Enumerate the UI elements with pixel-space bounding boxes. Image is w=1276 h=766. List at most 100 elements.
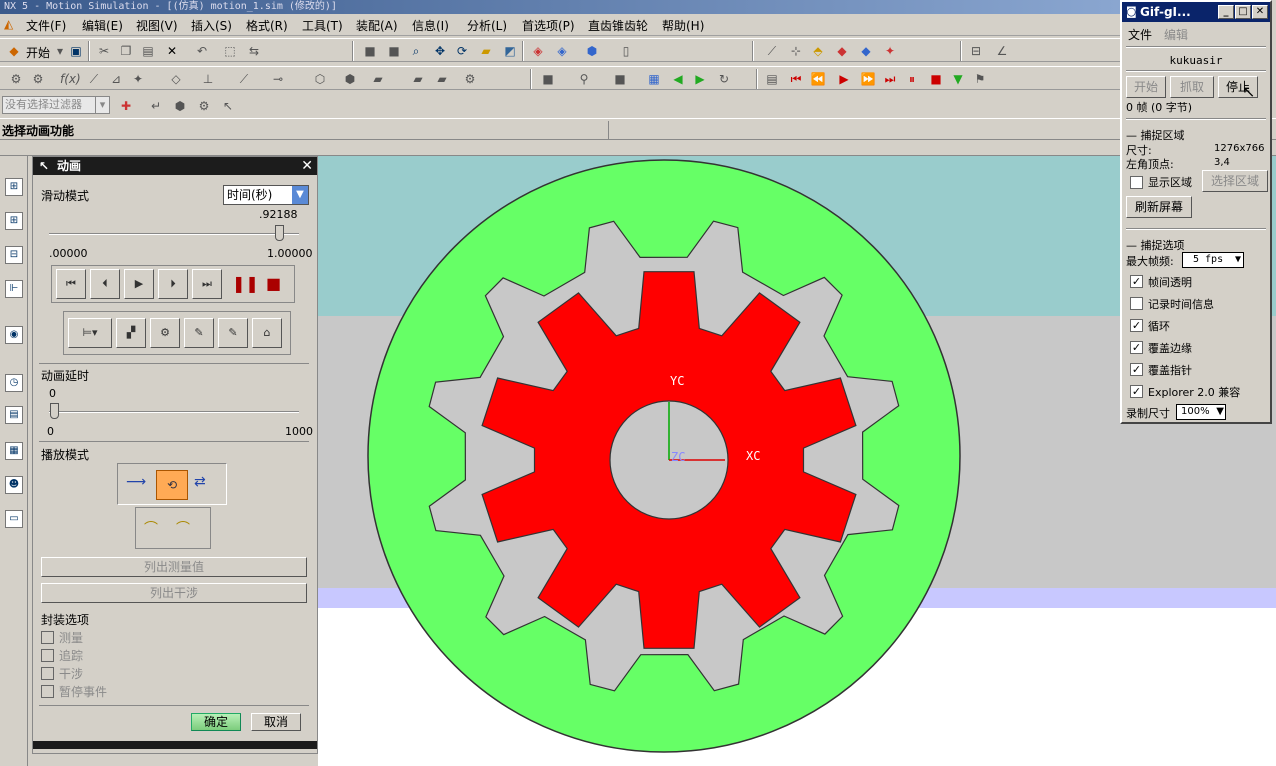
refresh-screen-button[interactable]: 刷新屏幕 (1126, 196, 1192, 218)
fit-icon[interactable]: ■ (362, 43, 378, 59)
measure-angle-icon[interactable]: ∠ (994, 43, 1010, 59)
grab-button[interactable]: 抓取 (1170, 76, 1214, 98)
contact-icon[interactable]: ✦ (882, 43, 898, 59)
gear-joint-icon[interactable]: ✦ (130, 71, 146, 87)
tracer-button[interactable]: ⚙ (150, 318, 180, 348)
checker-flag-icon[interactable]: ⚑ (972, 71, 988, 87)
zoom-icon[interactable]: ■ (386, 43, 402, 59)
bushing-icon[interactable]: ⬢ (342, 71, 358, 87)
forward-arrow-icon[interactable]: ▶ (692, 71, 708, 87)
capture-option[interactable]: ✓ 覆盖指针 (1130, 362, 1270, 380)
roles-icon[interactable]: ☻ (5, 476, 23, 494)
animation-icon[interactable]: ▤ (764, 71, 780, 87)
forward-replay-icon[interactable]: ⌒ (144, 518, 158, 538)
results-icon[interactable]: ⚲ (576, 71, 592, 87)
point-on-curve-icon[interactable]: ⊥ (200, 71, 216, 87)
pause-button[interactable]: ❚❚ (232, 274, 259, 293)
export-icon[interactable]: ▼ (950, 71, 966, 87)
checkbox-checked[interactable]: ✓ (1130, 341, 1143, 354)
constraint-navigator-icon[interactable]: ⊞ (5, 212, 23, 230)
spring-icon[interactable]: ◆ (834, 43, 850, 59)
delay-slider-track[interactable] (49, 411, 299, 413)
cancel-button[interactable]: 取消 (251, 713, 301, 731)
cut-icon[interactable]: ✂ (96, 43, 112, 59)
checkbox[interactable] (41, 631, 54, 644)
reverse-replay-icon[interactable]: ⌒ (176, 518, 190, 538)
type-filter-select[interactable]: 没有选择过滤器 ▾ (2, 96, 110, 114)
pause-icon[interactable]: ⏸ (904, 71, 920, 87)
checkbox-checked[interactable]: ✓ (1130, 319, 1143, 332)
history-icon[interactable]: ◷ (5, 374, 23, 392)
table-icon[interactable]: ▦ (646, 71, 662, 87)
first-frame-button[interactable]: ⏮ (56, 269, 86, 299)
close-icon[interactable]: ✕ (301, 157, 313, 175)
last-frame-button[interactable]: ⏭ (192, 269, 222, 299)
marker-icon[interactable]: ⬘ (810, 43, 826, 59)
step-forward-icon[interactable]: ⏩ (860, 71, 876, 87)
zoom-window-icon[interactable]: ⌕ (408, 43, 424, 59)
capture-option[interactable]: ✓ Explorer 2.0 兼容 (1130, 384, 1270, 402)
part-navigator-icon[interactable]: ⊟ (5, 246, 23, 264)
minimize-button[interactable]: _ (1218, 5, 1234, 19)
menu-help[interactable]: 帮助(H) (662, 17, 704, 34)
trace-setting-button[interactable]: ⊨▾ (68, 318, 112, 348)
trace-all-button[interactable]: ✎ (218, 318, 248, 348)
layout-icon[interactable]: ▯ (618, 43, 634, 59)
system-scenes-icon[interactable]: ▭ (5, 510, 23, 528)
menu-tools[interactable]: 工具(T) (302, 17, 343, 34)
start-button[interactable]: 开始 (1126, 76, 1166, 98)
cylindrical-icon[interactable]: ⊿ (108, 71, 124, 87)
checkbox[interactable] (41, 667, 54, 680)
measure-distance-icon[interactable]: ⊟ (968, 43, 984, 59)
menu-bevel-gear[interactable]: 直齿锥齿轮 (588, 17, 648, 34)
checkbox-checked[interactable]: ✓ (1130, 275, 1143, 288)
motion-link-icon[interactable]: ⟋ (764, 43, 780, 59)
checkbox[interactable] (41, 685, 54, 698)
quick-pick-icon[interactable]: ↖ (220, 98, 236, 114)
start-menu-button[interactable]: 开始 (26, 44, 50, 61)
select-icon[interactable]: ⬚ (222, 43, 238, 59)
damper-icon[interactable]: ◆ (858, 43, 874, 59)
slider-joint-icon[interactable]: ⟋ (86, 71, 102, 87)
ping-pong-icon[interactable]: ⇄ (194, 474, 206, 490)
snapshot-button[interactable]: ▞ (116, 318, 146, 348)
repeat-icon[interactable]: ⇆ (246, 43, 262, 59)
constraint-icon[interactable]: ▰ (370, 71, 386, 87)
checkbox[interactable] (1130, 297, 1143, 310)
play-icon[interactable]: ▶ (836, 71, 852, 87)
explode-button[interactable]: ✎ (184, 318, 214, 348)
stop-button[interactable]: ■ (266, 274, 281, 293)
pin-icon[interactable]: ↖ (39, 157, 49, 175)
orient-icon[interactable]: ◩ (502, 43, 518, 59)
menu-insert[interactable]: 插入(S) (191, 17, 232, 34)
menu-view[interactable]: 视图(V) (136, 17, 178, 34)
force-icon[interactable]: ⊸ (270, 71, 286, 87)
snap-icon[interactable]: ⬢ (172, 98, 188, 114)
reuse-library-icon[interactable]: ▤ (5, 406, 23, 424)
rotate-icon[interactable]: ⟳ (454, 43, 470, 59)
capture-option[interactable]: ✓ 循环 (1130, 318, 1270, 336)
solver-icon[interactable]: ⚙ (462, 71, 478, 87)
list-measurements-button[interactable]: 列出测量值 (41, 557, 307, 577)
gif-menu-file[interactable]: 文件 (1128, 26, 1152, 43)
step-forward-button[interactable]: ⏵ (158, 269, 188, 299)
paste-icon[interactable]: ▤ (140, 43, 156, 59)
time-slider-thumb[interactable] (275, 225, 285, 241)
first-frame-icon[interactable]: ⏮ (788, 71, 804, 87)
max-fps-select[interactable]: 5 fps ▼ (1182, 252, 1244, 268)
menu-assemblies[interactable]: 装配(A) (356, 17, 398, 34)
checkbox-checked[interactable]: ✓ (1130, 363, 1143, 376)
gif-menu-edit[interactable]: 编辑 (1164, 26, 1188, 43)
delay-slider-thumb[interactable] (50, 403, 59, 419)
2d-contact-icon[interactable]: ▰ (434, 71, 450, 87)
capture-option[interactable]: ✓ 覆盖边缘 (1130, 340, 1270, 358)
copy-icon[interactable]: ❐ (118, 43, 134, 59)
last-frame-icon[interactable]: ⏭ (882, 71, 898, 87)
cable-icon[interactable]: ◇ (168, 71, 184, 87)
capture-option[interactable]: 记录时间信息 (1130, 296, 1270, 314)
envelope-button[interactable]: ⌂ (252, 318, 282, 348)
menu-format[interactable]: 格式(R) (246, 17, 288, 34)
show-area-checkbox[interactable] (1130, 176, 1143, 189)
play-button[interactable]: ▶ (124, 269, 154, 299)
function-icon[interactable]: f(x) (60, 71, 81, 87)
